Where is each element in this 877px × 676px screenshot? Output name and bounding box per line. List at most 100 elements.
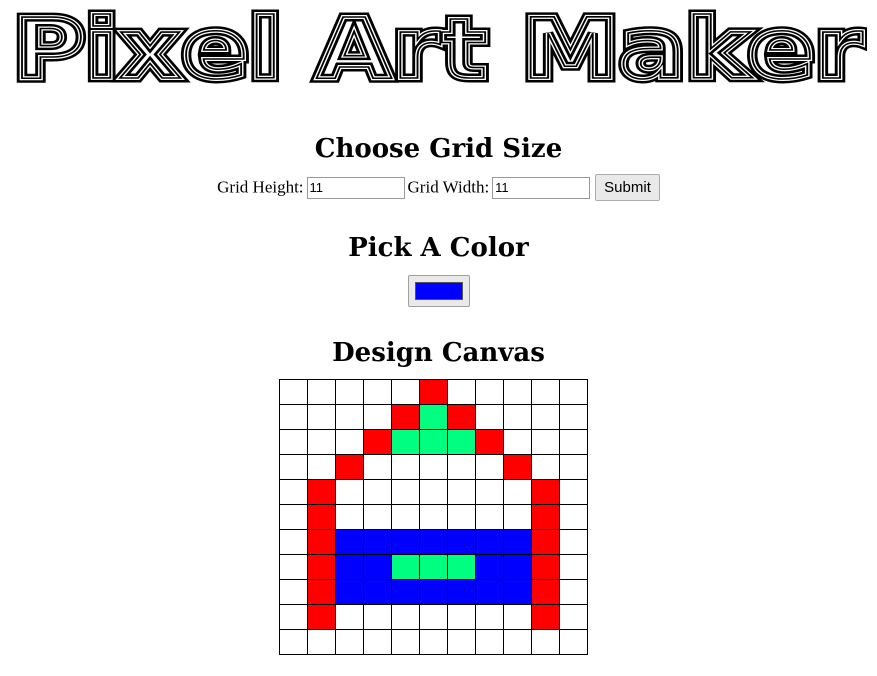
- pixel-cell[interactable]: [363, 504, 392, 530]
- pixel-cell[interactable]: [447, 529, 476, 555]
- pixel-cell[interactable]: [307, 529, 336, 555]
- pixel-cell[interactable]: [335, 629, 364, 655]
- pixel-cell[interactable]: [363, 529, 392, 555]
- pixel-cell[interactable]: [279, 379, 308, 405]
- pixel-cell[interactable]: [363, 604, 392, 630]
- pixel-cell[interactable]: [447, 579, 476, 605]
- pixel-cell[interactable]: [307, 629, 336, 655]
- pixel-cell[interactable]: [531, 454, 560, 480]
- pixel-cell[interactable]: [531, 579, 560, 605]
- pixel-cell[interactable]: [391, 454, 420, 480]
- pixel-cell[interactable]: [391, 504, 420, 530]
- pixel-cell[interactable]: [335, 454, 364, 480]
- pixel-cell[interactable]: [531, 604, 560, 630]
- pixel-cell[interactable]: [307, 554, 336, 580]
- pixel-cell[interactable]: [447, 554, 476, 580]
- pixel-cell[interactable]: [279, 629, 308, 655]
- pixel-cell[interactable]: [531, 504, 560, 530]
- pixel-cell[interactable]: [503, 579, 532, 605]
- submit-button[interactable]: Submit: [595, 174, 660, 201]
- pixel-cell[interactable]: [279, 479, 308, 505]
- pixel-cell[interactable]: [335, 379, 364, 405]
- pixel-cell[interactable]: [307, 404, 336, 430]
- pixel-cell[interactable]: [335, 579, 364, 605]
- pixel-cell[interactable]: [307, 504, 336, 530]
- pixel-cell[interactable]: [335, 604, 364, 630]
- pixel-cell[interactable]: [335, 504, 364, 530]
- pixel-cell[interactable]: [503, 604, 532, 630]
- pixel-cell[interactable]: [419, 554, 448, 580]
- pixel-cell[interactable]: [307, 604, 336, 630]
- pixel-cell[interactable]: [503, 404, 532, 430]
- pixel-cell[interactable]: [279, 504, 308, 530]
- pixel-cell[interactable]: [391, 379, 420, 405]
- pixel-cell[interactable]: [419, 429, 448, 455]
- pixel-cell[interactable]: [447, 379, 476, 405]
- pixel-cell[interactable]: [307, 429, 336, 455]
- pixel-cell[interactable]: [279, 429, 308, 455]
- pixel-cell[interactable]: [531, 379, 560, 405]
- pixel-cell[interactable]: [279, 454, 308, 480]
- pixel-cell[interactable]: [447, 429, 476, 455]
- pixel-cell[interactable]: [279, 404, 308, 430]
- pixel-cell[interactable]: [475, 579, 504, 605]
- pixel-cell[interactable]: [475, 429, 504, 455]
- pixel-cell[interactable]: [447, 504, 476, 530]
- pixel-cell[interactable]: [531, 479, 560, 505]
- pixel-cell[interactable]: [391, 404, 420, 430]
- pixel-cell[interactable]: [503, 429, 532, 455]
- pixel-cell[interactable]: [559, 604, 588, 630]
- pixel-cell[interactable]: [335, 404, 364, 430]
- pixel-cell[interactable]: [391, 429, 420, 455]
- pixel-cell[interactable]: [419, 454, 448, 480]
- pixel-cell[interactable]: [363, 554, 392, 580]
- grid-width-input[interactable]: [492, 176, 591, 199]
- pixel-cell[interactable]: [419, 629, 448, 655]
- pixel-cell[interactable]: [307, 454, 336, 480]
- pixel-cell[interactable]: [559, 554, 588, 580]
- pixel-cell[interactable]: [447, 604, 476, 630]
- pixel-cell[interactable]: [419, 529, 448, 555]
- pixel-cell[interactable]: [503, 504, 532, 530]
- pixel-cell[interactable]: [559, 454, 588, 480]
- pixel-cell[interactable]: [419, 479, 448, 505]
- pixel-cell[interactable]: [559, 429, 588, 455]
- pixel-cell[interactable]: [363, 479, 392, 505]
- pixel-cell[interactable]: [475, 529, 504, 555]
- pixel-cell[interactable]: [531, 554, 560, 580]
- pixel-cell[interactable]: [391, 479, 420, 505]
- pixel-cell[interactable]: [475, 479, 504, 505]
- pixel-cell[interactable]: [419, 504, 448, 530]
- pixel-cell[interactable]: [391, 604, 420, 630]
- pixel-cell[interactable]: [279, 579, 308, 605]
- pixel-cell[interactable]: [335, 429, 364, 455]
- pixel-cell[interactable]: [419, 579, 448, 605]
- pixel-cell[interactable]: [447, 629, 476, 655]
- pixel-cell[interactable]: [279, 554, 308, 580]
- pixel-canvas[interactable]: [279, 379, 588, 655]
- pixel-cell[interactable]: [335, 554, 364, 580]
- pixel-cell[interactable]: [475, 454, 504, 480]
- pixel-cell[interactable]: [559, 529, 588, 555]
- pixel-cell[interactable]: [419, 379, 448, 405]
- color-picker[interactable]: [408, 275, 470, 307]
- pixel-cell[interactable]: [531, 429, 560, 455]
- pixel-cell[interactable]: [503, 454, 532, 480]
- pixel-cell[interactable]: [391, 579, 420, 605]
- pixel-cell[interactable]: [531, 629, 560, 655]
- pixel-cell[interactable]: [475, 379, 504, 405]
- pixel-cell[interactable]: [503, 554, 532, 580]
- pixel-cell[interactable]: [335, 479, 364, 505]
- pixel-cell[interactable]: [475, 404, 504, 430]
- pixel-cell[interactable]: [391, 629, 420, 655]
- pixel-cell[interactable]: [419, 604, 448, 630]
- pixel-cell[interactable]: [307, 479, 336, 505]
- pixel-cell[interactable]: [363, 629, 392, 655]
- pixel-cell[interactable]: [279, 604, 308, 630]
- pixel-cell[interactable]: [559, 629, 588, 655]
- pixel-cell[interactable]: [391, 554, 420, 580]
- pixel-cell[interactable]: [531, 529, 560, 555]
- pixel-cell[interactable]: [531, 404, 560, 430]
- pixel-cell[interactable]: [363, 404, 392, 430]
- pixel-cell[interactable]: [559, 379, 588, 405]
